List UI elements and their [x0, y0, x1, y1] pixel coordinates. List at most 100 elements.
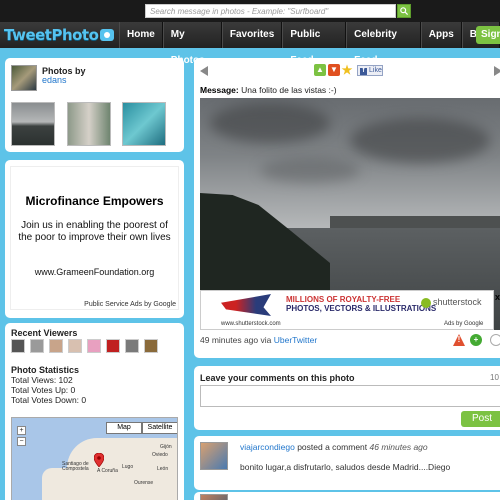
photo-shoreline: [330, 216, 500, 228]
comment-header: viajarcondiego posted a comment 46 minut…: [240, 442, 428, 452]
photo-message: Message: Una folito de las vistas :-): [200, 85, 337, 95]
photos-by-panel: Photos by edans: [5, 58, 184, 152]
commenter-avatar[interactable]: [200, 442, 228, 470]
photo-thumbnail[interactable]: [11, 102, 55, 146]
map-label: A Coruña: [97, 468, 118, 474]
photo-cloud: [350, 118, 490, 163]
tweetphoto-logo[interactable]: TweetPhoto: [4, 25, 115, 45]
viewer-avatar[interactable]: [30, 339, 44, 353]
map-land: [42, 468, 82, 500]
camera-icon: [100, 29, 115, 41]
comment-input[interactable]: [200, 385, 500, 407]
viewer-avatar[interactable]: [106, 339, 120, 353]
photo-panel: ▲ ▼ ★ f Like Message: Una folito de las v…: [194, 58, 500, 358]
user-avatar[interactable]: [11, 65, 37, 91]
ad-url[interactable]: www.GrameenFoundation.org: [5, 267, 184, 277]
facebook-like-button[interactable]: f Like: [357, 65, 383, 76]
search-input[interactable]: [145, 4, 396, 18]
facebook-icon: f: [360, 68, 367, 75]
main-nav: Home My Photos Favorites Public Feed Cel…: [119, 22, 500, 66]
recent-viewers-label: Recent Viewers: [11, 328, 78, 338]
map-label: Ourense: [134, 480, 154, 486]
via-app-link[interactable]: UberTwitter: [274, 335, 317, 345]
photo-cloud: [210, 103, 330, 143]
nav-favorites[interactable]: Favorites: [221, 22, 283, 48]
more-icon[interactable]: [490, 334, 500, 346]
message-text: Una folito de las vistas :-): [241, 85, 337, 95]
thumbs-down-icon[interactable]: ▼: [328, 64, 340, 76]
banner-ads-by[interactable]: Ads by Google: [444, 321, 483, 327]
comment-time: 46 minutes ago: [369, 442, 428, 452]
close-ad-icon[interactable]: x: [495, 292, 500, 302]
next-arrow-icon[interactable]: [494, 66, 500, 76]
map-label: León: [157, 466, 169, 472]
nav-public-feed[interactable]: Public Feed: [282, 22, 347, 66]
message-label: Message:: [200, 85, 239, 95]
search-icon: [400, 7, 408, 15]
map-view-button[interactable]: Map: [106, 422, 142, 434]
commenter-username[interactable]: viajarcondiego: [240, 442, 295, 452]
ad-body: Join us in enabling the poorest of the p…: [18, 220, 171, 243]
viewer-avatar[interactable]: [87, 339, 101, 353]
viewer-avatar[interactable]: [144, 339, 158, 353]
map-label: Santiago de Compostela: [62, 461, 89, 472]
add-icon[interactable]: +: [470, 334, 482, 346]
map-pin-icon[interactable]: [94, 453, 104, 467]
comment-form-panel: Leave your comments on this photo 10 Pos…: [194, 366, 500, 430]
nav-my-photos[interactable]: My Photos: [162, 22, 222, 66]
shutterstock-mark-icon: [421, 297, 431, 308]
banner-graphic: [221, 294, 271, 316]
username-link[interactable]: edans: [42, 75, 67, 85]
viewer-avatar[interactable]: [68, 339, 82, 353]
map-label: Oviedo: [152, 452, 168, 458]
nav-celebrity-feed[interactable]: Celebrity Feed: [346, 22, 421, 66]
banner-url[interactable]: www.shutterstock.com: [221, 321, 281, 327]
map-label: Lugo: [122, 464, 134, 470]
search-button[interactable]: [397, 4, 411, 18]
comment-char-count: 10: [490, 373, 499, 382]
satellite-view-button[interactable]: Satellite: [142, 422, 177, 434]
photo-thumbnail[interactable]: [122, 102, 166, 146]
viewer-avatar[interactable]: [11, 339, 25, 353]
facebook-like-label: Like: [369, 67, 382, 74]
leave-comment-label: Leave your comments on this photo: [200, 373, 355, 383]
top-search-bar: [0, 0, 500, 22]
comment-item: viajarcondiego posted a comment 46 minut…: [194, 436, 500, 490]
comment-action: posted a comment: [297, 442, 368, 452]
comment-item: [194, 492, 500, 500]
signup-button[interactable]: Sign: [476, 26, 500, 44]
photo-time: 49 minutes ago via: [200, 335, 272, 345]
thumbs-up-icon[interactable]: ▲: [314, 64, 326, 76]
shutterstock-banner-ad[interactable]: MILLIONS OF ROYALTY-FREE PHOTOS, VECTORS…: [200, 290, 494, 330]
ad-footer[interactable]: Public Service Ads by Google: [84, 301, 176, 308]
total-votes-down: Total Votes Down: 0: [11, 395, 87, 405]
nav-apps[interactable]: Apps: [420, 22, 462, 48]
site-header: TweetPhoto Home My Photos Favorites Publ…: [0, 22, 500, 66]
photo-cloud: [260, 158, 360, 183]
logo-text: TweetPhoto: [4, 26, 99, 44]
banner-brand: shutterstock: [433, 297, 482, 307]
photo-statistics-label: Photo Statistics: [11, 365, 80, 375]
zoom-out-button[interactable]: −: [17, 437, 26, 446]
photo-thumbnail[interactable]: [67, 102, 111, 146]
total-votes-up: Total Votes Up: 0: [11, 385, 76, 395]
stats-panel: Recent Viewers Photo Statistics Total Vi…: [5, 323, 184, 500]
comment-text: bonito lugar,a disfrutarlo, saludos desd…: [240, 462, 451, 472]
banner-line1: MILLIONS OF ROYALTY-FREE: [286, 295, 401, 304]
nav-home[interactable]: Home: [119, 22, 163, 48]
banner-line2: PHOTOS, VECTORS & ILLUSTRATIONS: [286, 304, 437, 313]
zoom-in-button[interactable]: +: [17, 426, 26, 435]
commenter-avatar[interactable]: [200, 494, 228, 500]
report-warning-icon[interactable]: !: [453, 334, 465, 346]
total-views: Total Views: 102: [11, 375, 73, 385]
post-comment-button[interactable]: Post: [461, 411, 500, 427]
shutterstock-logo: shutterstock: [421, 297, 482, 308]
photo-meta: 49 minutes ago via UberTwitter: [200, 335, 317, 345]
map-label: Gijón: [160, 444, 172, 450]
location-map[interactable]: Map Satellite + − Santiago de Compostela…: [11, 417, 178, 500]
previous-arrow-icon[interactable]: [200, 66, 208, 76]
favorite-star-icon[interactable]: ★: [341, 64, 353, 76]
ad-title[interactable]: Microfinance Empowers: [5, 194, 184, 208]
viewer-avatar[interactable]: [125, 339, 139, 353]
viewer-avatar[interactable]: [49, 339, 63, 353]
